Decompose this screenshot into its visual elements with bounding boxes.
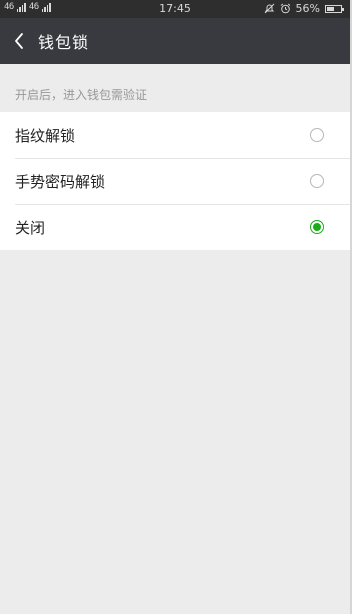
- option-gesture-password[interactable]: 手势密码解锁: [0, 158, 350, 204]
- alarm-icon: [280, 3, 290, 14]
- option-label: 关闭: [15, 218, 46, 237]
- back-button[interactable]: [0, 18, 38, 64]
- radio-checked-icon[interactable]: [310, 220, 324, 234]
- chevron-left-icon: [15, 33, 23, 49]
- radio-unchecked-icon[interactable]: [310, 128, 324, 142]
- option-fingerprint[interactable]: 指纹解锁: [0, 112, 350, 158]
- section-hint: 开启后，进入钱包需验证: [15, 88, 148, 102]
- status-bar: 46 46 17:45 56%: [0, 0, 350, 18]
- battery-level: [327, 6, 334, 11]
- battery-icon: [325, 4, 344, 13]
- status-right: 56%: [264, 2, 344, 15]
- radio-unchecked-icon[interactable]: [310, 174, 324, 188]
- option-label: 手势密码解锁: [15, 172, 106, 191]
- option-off[interactable]: 关闭: [0, 204, 350, 250]
- silent-bell-icon: [264, 3, 274, 14]
- nav-bar: 钱包锁: [0, 18, 350, 64]
- option-label: 指纹解锁: [15, 126, 76, 145]
- battery-percent: 56%: [295, 2, 320, 15]
- lock-options-list: 指纹解锁 手势密码解锁 关闭: [0, 112, 350, 250]
- app-screen: 46 46 17:45 56% 钱包锁 开启后，进入钱包需验证 指纹解锁 手势密…: [0, 0, 352, 614]
- page-title: 钱包锁: [38, 33, 90, 52]
